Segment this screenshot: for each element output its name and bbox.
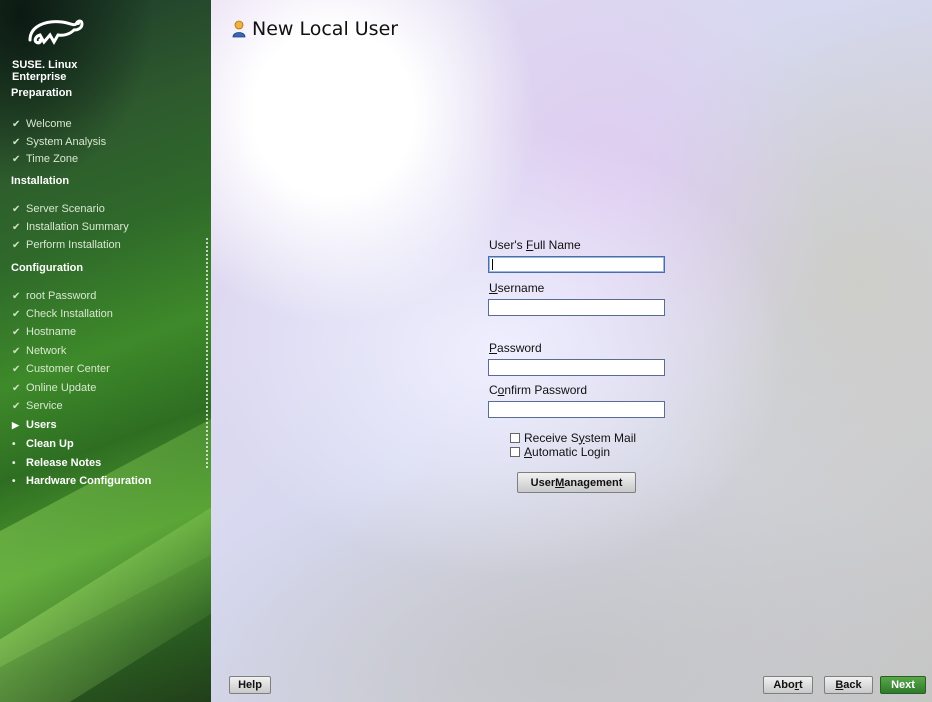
text-caret [492,259,493,270]
step-label: Server Scenario [26,203,105,215]
step-label: Perform Installation [26,239,121,251]
step-label: Hostname [26,326,77,338]
arrow-right-icon: ▶ [12,420,19,430]
step-customer-center: ✔ Customer Center [12,361,110,377]
step-label: Welcome [26,118,72,130]
step-perform-installation: ✔ Perform Installation [12,237,121,253]
user-management-button[interactable]: User Management [517,472,636,493]
step-label: Network [26,345,67,357]
confirm-password-input[interactable] [488,401,665,418]
step-label: Customer Center [26,363,110,375]
checkmark-icon: ✔ [12,364,21,375]
brand-line-1: SUSE. Linux [12,59,78,71]
back-button[interactable]: Back [824,676,873,694]
step-server-scenario: ✔ Server Scenario [12,201,105,217]
step-installation-summary: ✔ Installation Summary [12,219,129,235]
step-time-zone: ✔ Time Zone [12,151,78,167]
page-title: New Local User [232,18,398,40]
main-panel [211,0,932,702]
bullet-icon: • [12,439,16,450]
suse-chameleon-logo [28,19,84,46]
step-service: ✔ Service [12,398,63,414]
page-title-text: New Local User [252,18,399,40]
step-label: root Password [26,290,97,302]
step-label: Online Update [26,382,97,394]
step-online-update: ✔ Online Update [12,380,96,396]
checkmark-icon: ✔ [12,309,21,320]
step-label: System Analysis [26,136,107,148]
step-label: Service [26,400,63,412]
bullet-icon: • [12,476,16,487]
username-input[interactable] [488,299,665,316]
password-input[interactable] [488,359,665,376]
checkmark-icon: ✔ [12,222,21,233]
checkmark-icon: ✔ [12,346,21,357]
step-label: Release Notes [26,457,102,469]
section-title-configuration: Configuration [11,262,84,274]
step-release-notes: • Release Notes [12,455,101,471]
step-network: ✔ Network [12,343,66,359]
step-root-password: ✔ root Password [12,288,96,304]
step-system-analysis: ✔ System Analysis [12,134,106,150]
checkmark-icon: ✔ [12,327,21,338]
password-label: Password [489,341,542,355]
step-check-installation: ✔ Check Installation [12,306,113,322]
next-button[interactable]: Next [880,676,926,694]
step-clean-up: • Clean Up [12,436,74,452]
checkmark-icon: ✔ [12,401,21,412]
step-label: Time Zone [26,153,79,165]
checkmark-icon: ✔ [12,204,21,215]
step-label: Hardware Configuration [26,475,152,487]
checkbox-box[interactable] [510,446,520,457]
section-title-installation: Installation [11,175,70,187]
receive-system-mail-checkbox[interactable]: Receive System Mail [510,430,637,445]
automatic-login-label: Automatic Login [524,444,611,459]
step-users: ▶ Users [12,417,57,433]
step-hostname: ✔ Hostname [12,324,76,340]
full-name-input[interactable] [488,256,665,273]
checkmark-icon: ✔ [12,119,21,130]
step-hardware-configuration: • Hardware Configuration [12,473,151,489]
step-label: Users [26,419,57,431]
automatic-login-checkbox[interactable]: Automatic Login [510,444,611,459]
sidebar-scrollbar[interactable] [206,238,208,470]
checkmark-icon: ✔ [12,291,21,302]
checkmark-icon: ✔ [12,383,21,394]
brand-text: SUSE. Linux Enterprise [12,59,77,83]
checkbox-box[interactable] [510,432,520,443]
confirm-password-label: Confirm Password [489,383,588,397]
abort-button[interactable]: Abo r t [763,676,813,694]
bullet-icon: • [12,458,16,469]
full-name-label: User's Full Name [489,238,581,252]
step-label: Check Installation [26,308,113,320]
help-button[interactable]: Help [229,676,271,694]
installer-window: SUSE. Linux Enterprise Preparation ✔ Welc… [0,0,932,702]
step-label: Clean Up [26,438,74,450]
step-welcome: ✔ Welcome [12,116,72,132]
section-title-preparation: Preparation [11,87,73,99]
checkmark-icon: ✔ [12,240,21,251]
username-label: Username [489,281,545,295]
user-icon [232,20,246,38]
brand-line-2: Enterprise [12,71,67,83]
step-label: Installation Summary [26,221,129,233]
checkmark-icon: ✔ [12,154,21,165]
receive-system-mail-label: Receive System Mail [524,430,637,445]
checkmark-icon: ✔ [12,137,21,148]
sidebar: SUSE. Linux Enterprise Preparation ✔ Welc… [0,0,211,702]
